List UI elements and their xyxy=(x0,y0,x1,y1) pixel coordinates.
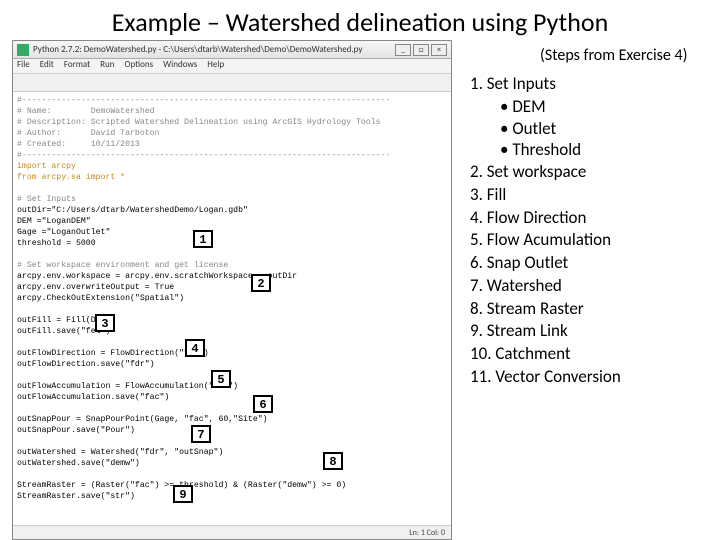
code-editor[interactable]: #---------------------------------------… xyxy=(13,92,451,512)
minimize-button[interactable]: _ xyxy=(395,44,411,56)
code-h2: # Author: David Tarboton xyxy=(17,129,160,138)
code-ic: # Set Inputs xyxy=(17,195,76,204)
code-a1: outFlowAccumulation.save("fac") xyxy=(17,393,169,402)
code-ws1: outWatershed.save("demw") xyxy=(17,459,140,468)
step-item: 1. Set Inputs xyxy=(470,73,720,95)
window-buttons: _ □ × xyxy=(395,44,447,56)
code-w2: arcpy.CheckOutExtension("Spatial") xyxy=(17,294,184,303)
box-9: 9 xyxy=(173,485,193,503)
step-subitem: Outlet xyxy=(500,118,720,140)
menu-format[interactable]: Format xyxy=(64,59,90,73)
step-subitem: DEM xyxy=(500,96,720,118)
step-item: 9. Stream Link xyxy=(470,320,720,342)
step-item: 6. Snap Outlet xyxy=(470,252,720,274)
slide-title: Example – Watershed delineation using Py… xyxy=(0,0,720,40)
maximize-button[interactable]: □ xyxy=(413,44,429,56)
box-6: 6 xyxy=(253,395,273,413)
box-5: 5 xyxy=(211,370,231,388)
menu-help[interactable]: Help xyxy=(207,59,224,73)
menu-edit[interactable]: Edit xyxy=(40,59,54,73)
steps-caption: (Steps from Exercise 4) xyxy=(540,46,720,65)
menubar: File Edit Format Run Options Windows Hel… xyxy=(13,59,451,74)
code-wc: # Set workspace environment and get lice… xyxy=(17,261,228,270)
step-item: 8. Stream Raster xyxy=(470,298,720,320)
code-in0: outDir="C:/Users/dtarb/WatershedDemo/Log… xyxy=(17,206,248,215)
box-7: 7 xyxy=(191,425,211,443)
code-h3: # Created: 10/11/2013 xyxy=(17,140,140,149)
box-8: 8 xyxy=(323,452,343,470)
code-s1: outSnapPour.save("Pour") xyxy=(17,426,135,435)
code-in3: threshold = 5000 xyxy=(17,239,96,248)
step-item: 3. Fill xyxy=(470,184,720,206)
statusbar: Ln: 1 Col: 0 xyxy=(13,525,451,539)
step-item: 10. Catchment xyxy=(470,343,720,365)
code-h1: # Description: Scripted Watershed Deline… xyxy=(17,118,381,127)
menu-options[interactable]: Options xyxy=(125,59,154,73)
box-3: 3 xyxy=(95,314,115,332)
code-d1: outFlowDirection.save("fdr") xyxy=(17,360,155,369)
toolbar xyxy=(13,74,451,92)
steps-list: 1. Set InputsDEMOutletThreshold2. Set wo… xyxy=(470,73,720,388)
window-title: Python 2.7.2: DemoWatershed.py - C:\User… xyxy=(33,44,362,55)
titlebar: Python 2.7.2: DemoWatershed.py - C:\User… xyxy=(13,41,451,59)
step-sublist: DEMOutletThreshold xyxy=(500,96,720,161)
code-d0: outFlowDirection = FlowDirection("fel") xyxy=(17,349,209,358)
menu-file[interactable]: File xyxy=(17,59,30,73)
code-a0: outFlowAccumulation = FlowAccumulation("… xyxy=(17,382,238,391)
code-ws0: outWatershed = Watershed("fdr", "outSnap… xyxy=(17,448,223,457)
code-h0: # Name: DemoWatershed xyxy=(17,107,155,116)
step-item: 5. Flow Acumulation xyxy=(470,229,720,251)
menu-windows[interactable]: Windows xyxy=(163,59,197,73)
right-panel: (Steps from Exercise 4) 1. Set InputsDEM… xyxy=(452,40,720,540)
main-area: Python 2.7.2: DemoWatershed.py - C:\User… xyxy=(0,40,720,540)
code-sr1: StreamRaster.save("str") xyxy=(17,492,135,501)
code-imp0: import arcpy xyxy=(17,162,76,171)
code-in2: Gage ="LoganOutlet" xyxy=(17,228,110,237)
editor-window: Python 2.7.2: DemoWatershed.py - C:\User… xyxy=(12,40,452,540)
step-subitem: Threshold xyxy=(500,139,720,161)
box-2: 2 xyxy=(251,274,271,292)
menu-run[interactable]: Run xyxy=(100,59,114,73)
code-w1: arcpy.env.overwriteOutput = True xyxy=(17,283,174,292)
step-item: 11. Vector Conversion xyxy=(470,366,720,388)
close-button[interactable]: × xyxy=(431,44,447,56)
python-icon xyxy=(17,44,29,56)
step-item: 4. Flow Direction xyxy=(470,207,720,229)
code-divider2: #---------------------------------------… xyxy=(17,151,390,160)
code-divider: #---------------------------------------… xyxy=(17,96,390,105)
code-s0: outSnapPour = SnapPourPoint(Gage, "fac",… xyxy=(17,415,268,424)
box-1: 1 xyxy=(193,230,213,248)
step-item: 2. Set workspace xyxy=(470,161,720,183)
code-imp1: from arcpy.sa import * xyxy=(17,173,125,182)
step-item: 7. Watershed xyxy=(470,275,720,297)
box-4: 4 xyxy=(185,339,205,357)
code-in1: DEM ="LoganDEM" xyxy=(17,217,91,226)
